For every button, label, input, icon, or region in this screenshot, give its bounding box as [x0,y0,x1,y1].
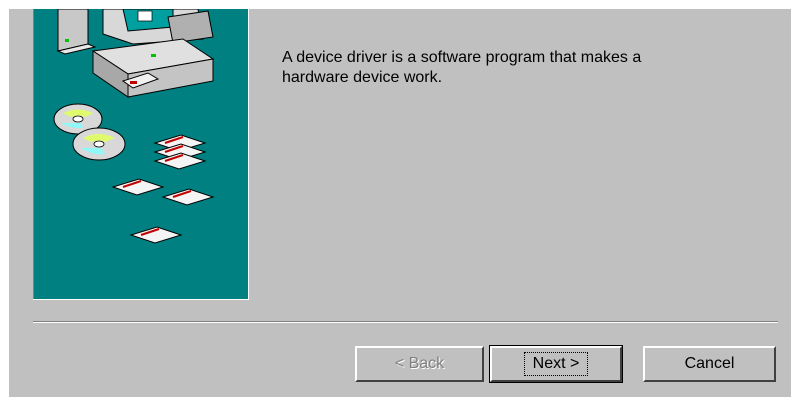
back-button[interactable]: < Back [355,346,484,382]
wizard-illustration [33,9,249,300]
monitor-icon [102,9,214,45]
floppy-disk-icon [111,134,215,244]
description-text: A device driver is a software program th… [282,49,642,86]
computer-with-disks-icon [53,9,215,244]
system-unit-icon [91,38,215,98]
back-button-label: < Back [394,355,445,372]
wizard-dialog: A device driver is a software program th… [9,9,791,397]
cancel-button[interactable]: Cancel [643,346,776,382]
cd-disc-icon [53,103,126,161]
cancel-button-label: Cancel [684,355,735,372]
next-button[interactable]: Next > [489,345,623,383]
separator-line [33,321,778,323]
next-button-label: Next > [523,352,589,376]
computer-tower-icon [56,9,97,55]
